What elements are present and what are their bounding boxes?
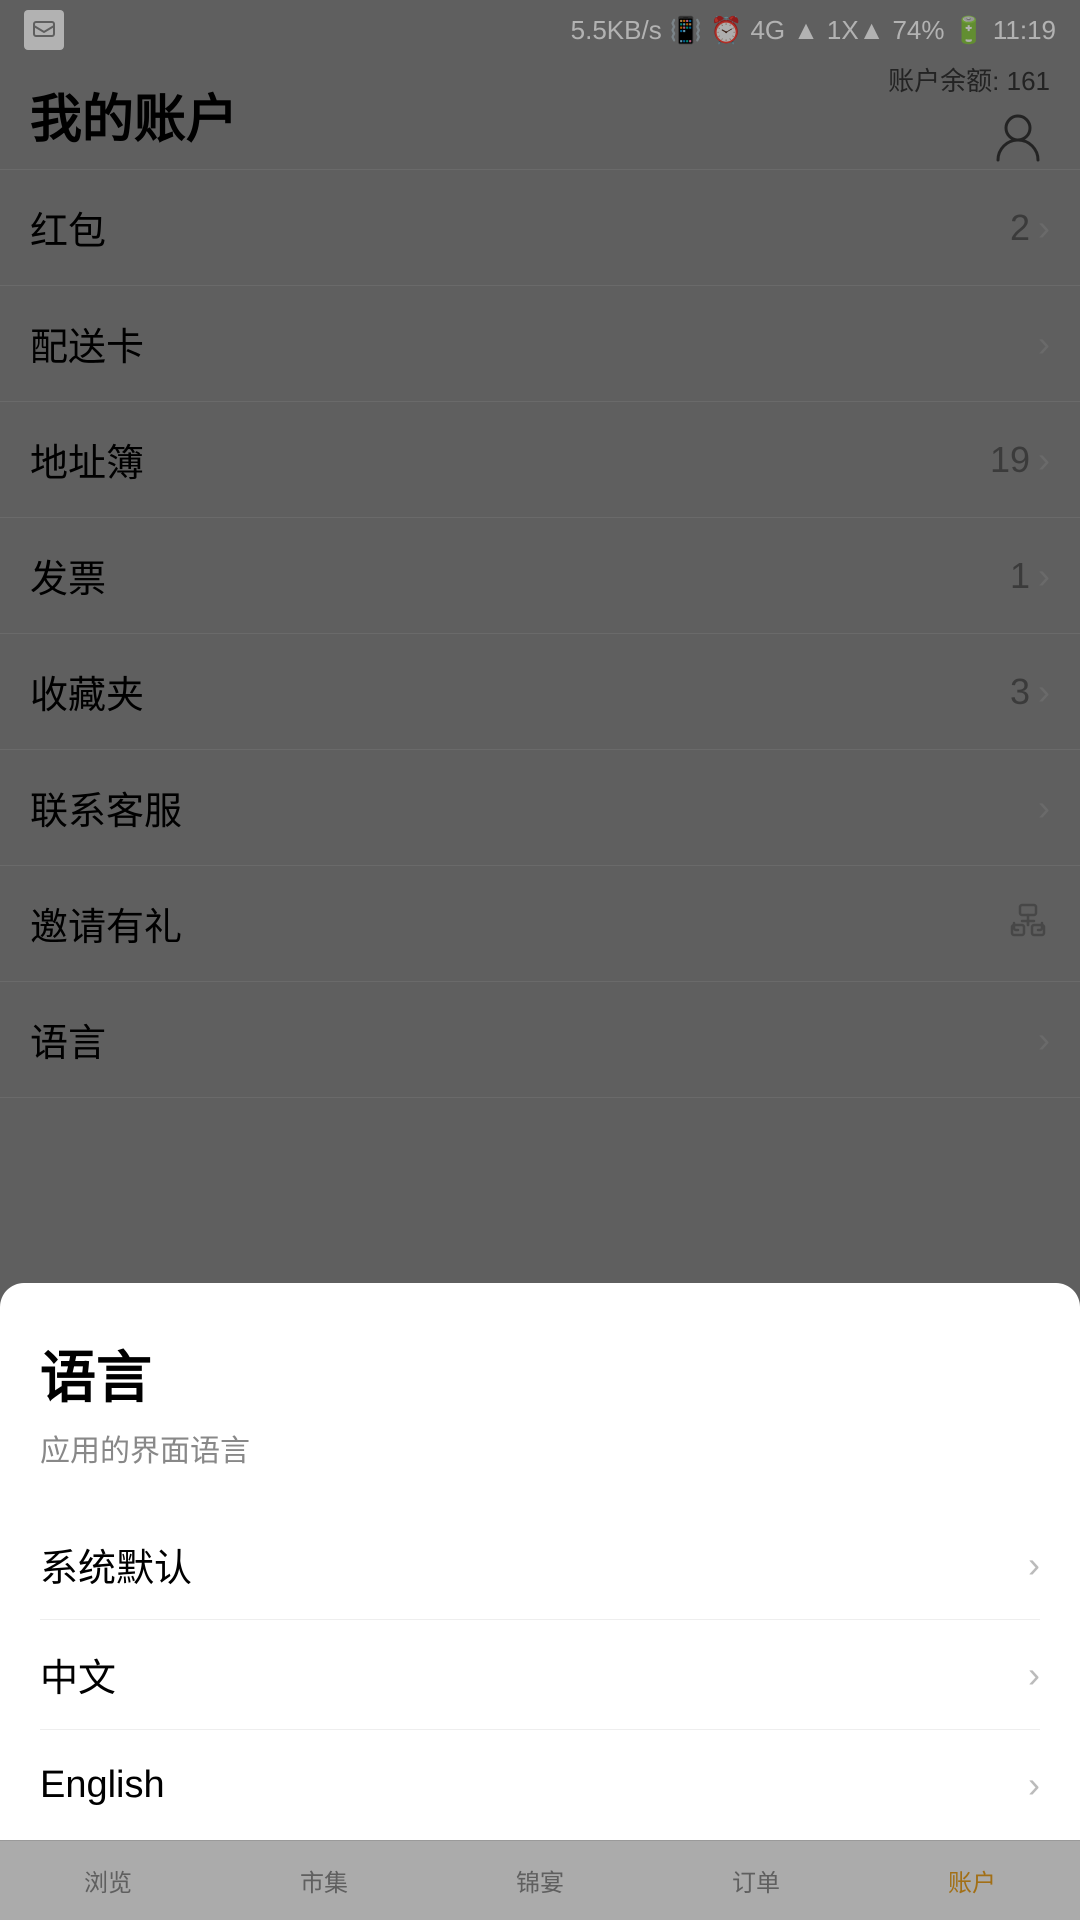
modal-label-chinese: 中文	[40, 1647, 116, 1702]
modal-label-system-default: 系统默认	[40, 1537, 192, 1592]
chevron-english: ›	[1028, 1764, 1040, 1806]
language-modal: 语言 应用的界面语言 系统默认 › 中文 › English ›	[0, 1283, 1080, 1840]
modal-label-english: English	[40, 1764, 165, 1807]
chevron-system-default: ›	[1028, 1544, 1040, 1586]
modal-overlay[interactable]: 语言 应用的界面语言 系统默认 › 中文 › English ›	[0, 0, 1080, 1920]
chevron-chinese: ›	[1028, 1654, 1040, 1696]
modal-subtitle: 应用的界面语言	[40, 1426, 1040, 1470]
modal-title: 语言	[40, 1333, 1040, 1414]
modal-item-chinese[interactable]: 中文 ›	[40, 1620, 1040, 1730]
modal-item-english[interactable]: English ›	[40, 1730, 1040, 1840]
modal-item-system-default[interactable]: 系统默认 ›	[40, 1510, 1040, 1620]
